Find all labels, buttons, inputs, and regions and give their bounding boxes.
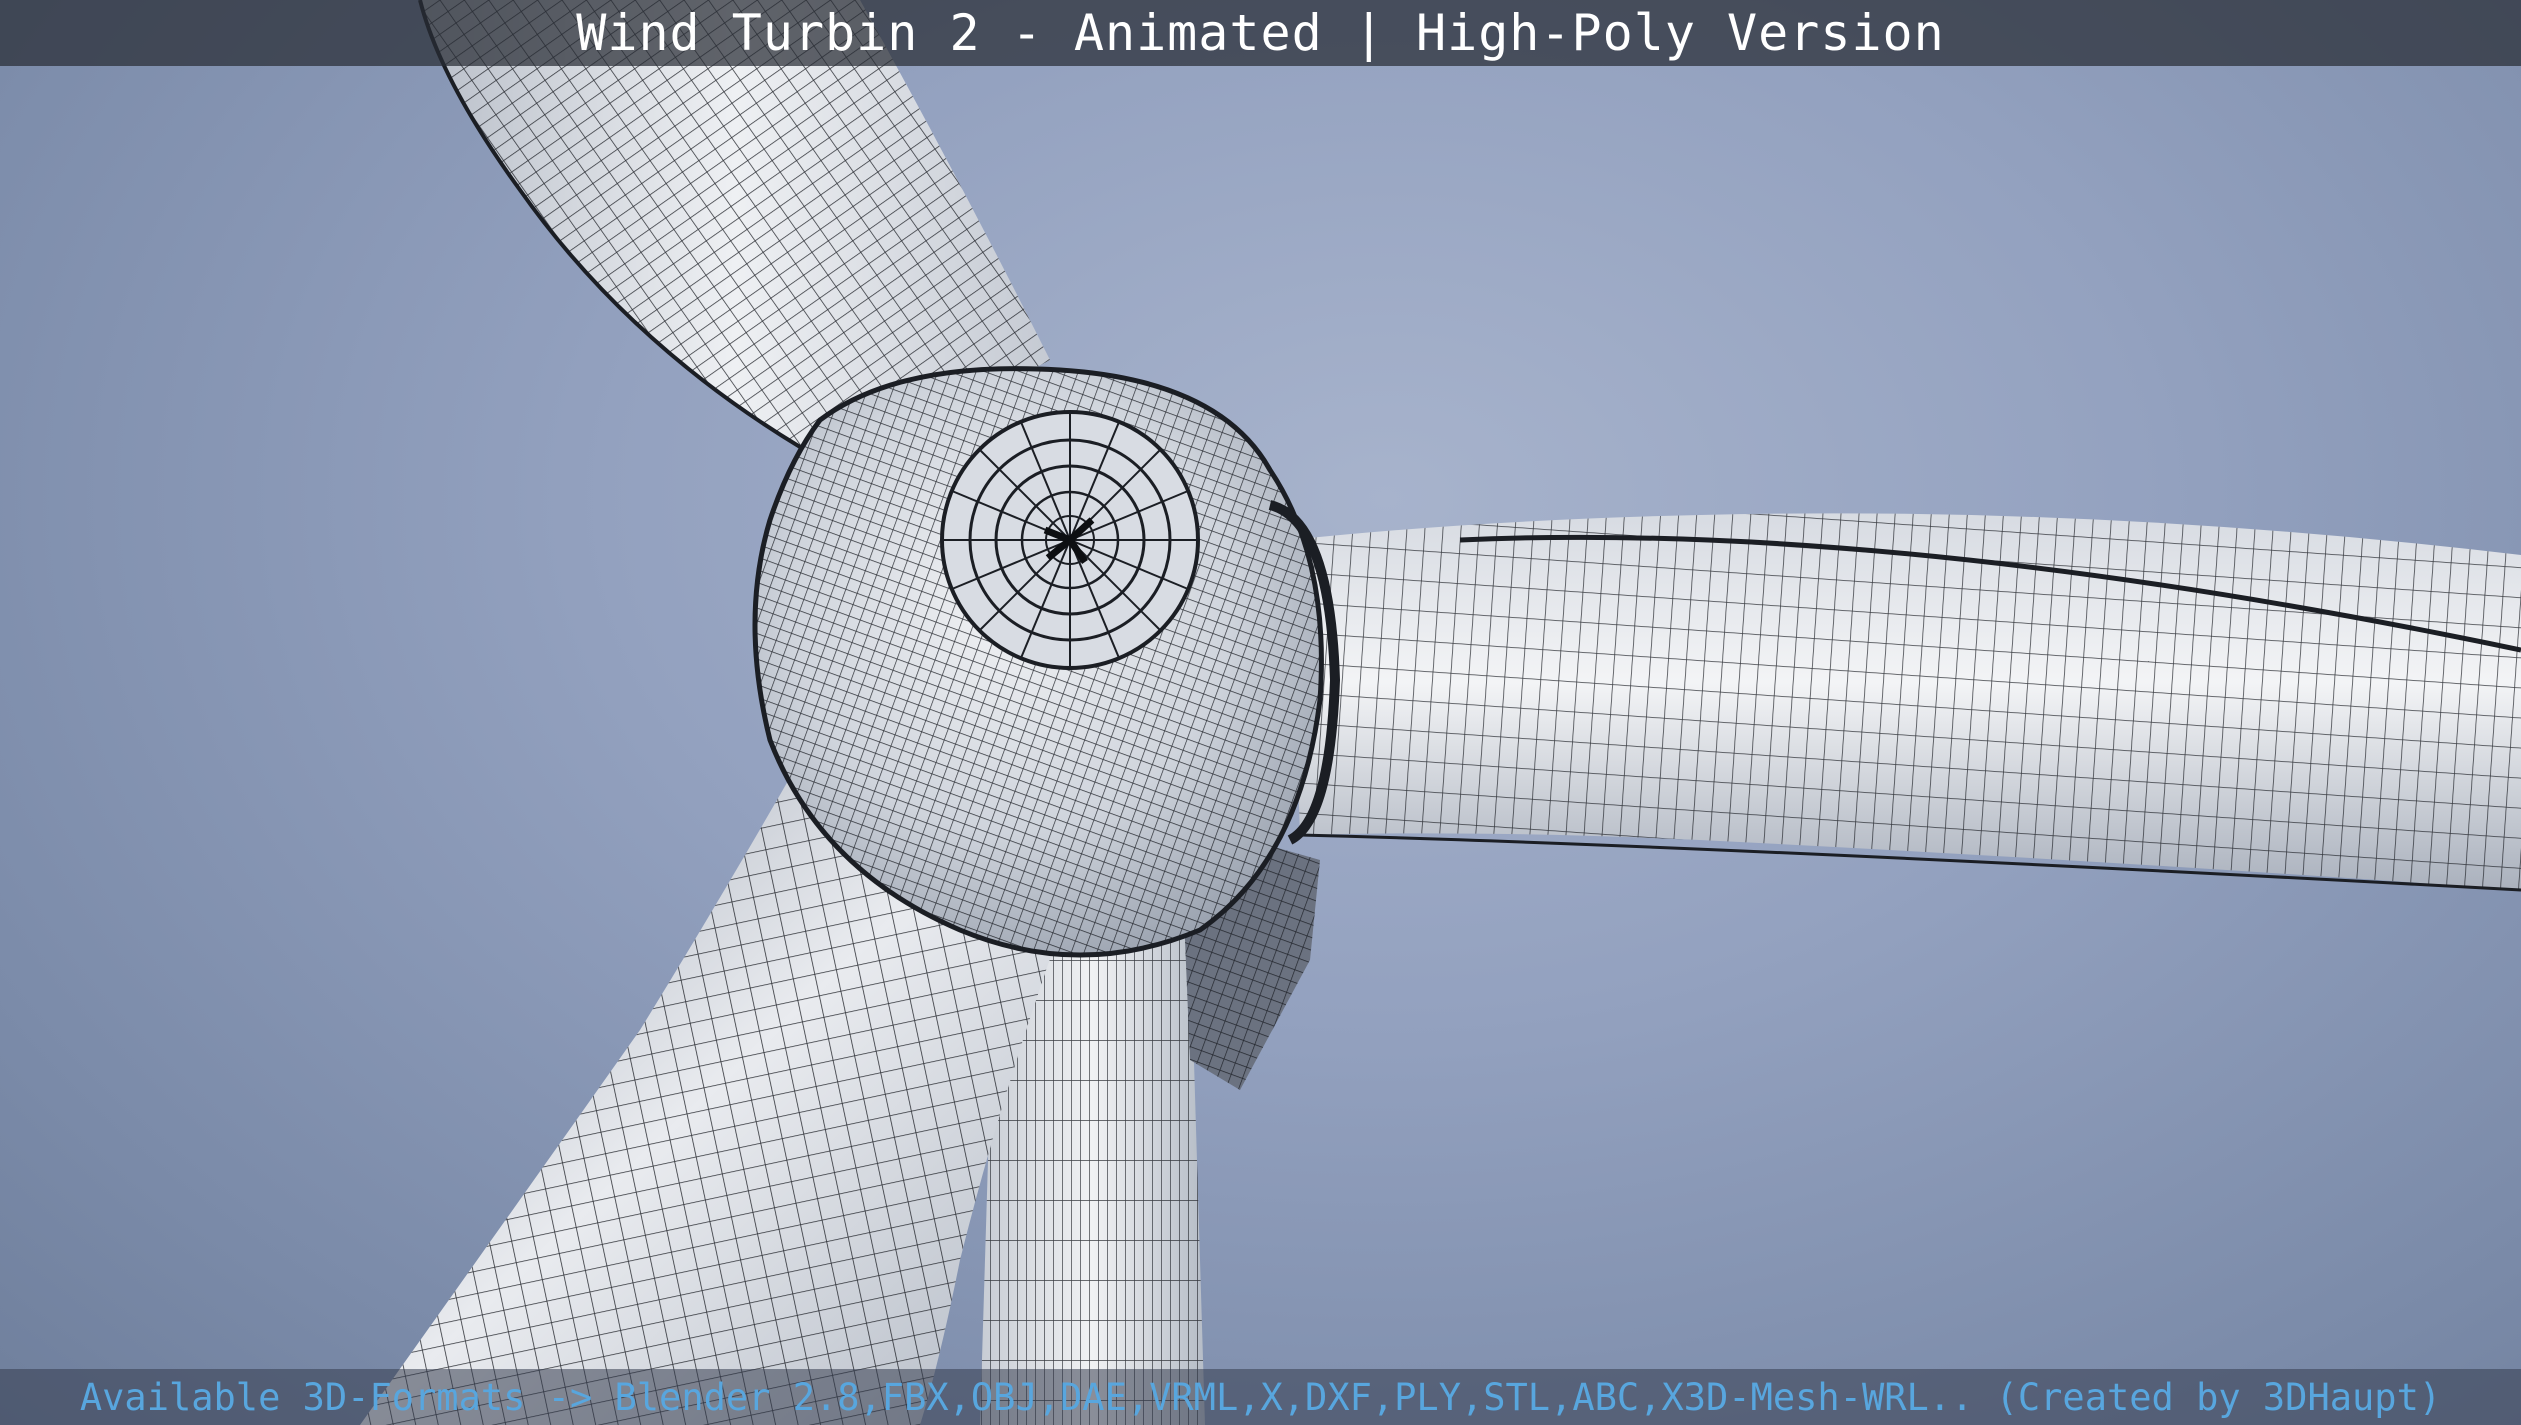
render-viewport: Wind Turbin 2 - Animated | High-Poly Ver… [0,0,2521,1425]
wind-turbine-wireframe-render [360,0,2521,1425]
title-bar: Wind Turbin 2 - Animated | High-Poly Ver… [0,0,2521,66]
formats-caption: Available 3D-Formats -> Blender 2.8,FBX,… [79,1375,2442,1419]
formats-caption-bar: Available 3D-Formats -> Blender 2.8,FBX,… [0,1369,2521,1425]
blade-right [1290,513,2521,892]
video-title: Wind Turbin 2 - Animated | High-Poly Ver… [576,4,1945,62]
